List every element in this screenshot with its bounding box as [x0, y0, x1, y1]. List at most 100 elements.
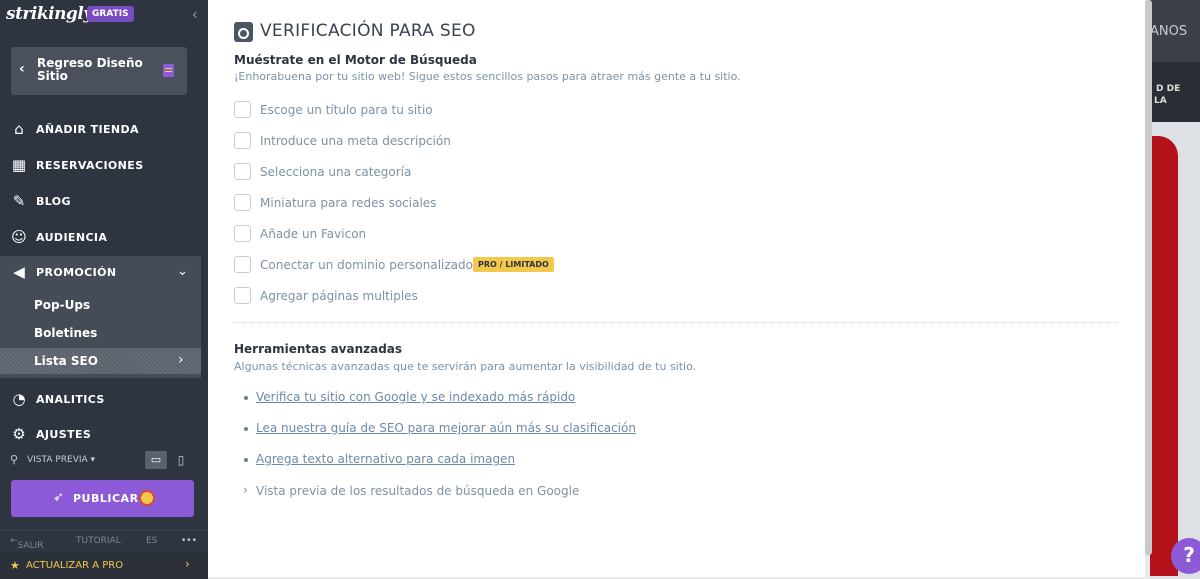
upgrade-label: ACTUALIZAR A PRO — [26, 560, 124, 571]
section-divider — [234, 322, 1118, 323]
checklist-item[interactable]: Introduce una meta descripción — [234, 132, 834, 152]
search-icon: ⚲ — [10, 453, 19, 466]
upgrade-pro-button[interactable]: ★ ACTUALIZAR A PRO › — [0, 553, 208, 579]
google-preview-label[interactable]: Vista previa de los resultados de búsque… — [256, 484, 579, 498]
rocket-icon: ➶ — [53, 490, 64, 505]
checkbox[interactable] — [234, 101, 251, 118]
site-preview-text: D DE — [1156, 84, 1181, 94]
chevron-right-icon: › — [178, 352, 184, 368]
sidebar-item-analytics[interactable]: ◔ ANALITICS — [0, 384, 208, 416]
sidebar-subitem-popups[interactable]: Pop-Ups — [0, 292, 201, 318]
seo-checklist-panel: VERIFICACIÓN PARA SEO Muéstrate en el Mo… — [208, 0, 1145, 577]
checklist-item[interactable]: Selecciona una categoría — [234, 163, 834, 183]
preview-dropdown[interactable]: VISTA PREVIA ▾ — [27, 455, 95, 465]
panel-scrollbar[interactable] — [1145, 0, 1152, 555]
collapse-sidebar-icon[interactable]: ‹ — [192, 7, 198, 23]
seo-search-icon — [234, 22, 253, 42]
sidebar-footer: ← SALIR TUTORIAL ES ••• — [0, 530, 208, 552]
checklist-label[interactable]: Añade un Favicon — [260, 227, 366, 241]
site-preview-header: ANOS — [1150, 0, 1200, 62]
people-icon: ☺ — [11, 228, 27, 246]
checklist-item[interactable]: Miniatura para redes sociales — [234, 194, 834, 214]
seo-guide-link[interactable]: Lea nuestra guía de SEO para mejorar aún… — [256, 421, 636, 435]
star-icon: ★ — [10, 559, 20, 572]
sidebar-item-reservations[interactable]: ▦ RESERVACIONES — [0, 150, 208, 182]
preview-label: VISTA PREVIA — [27, 455, 88, 465]
site-preview-text: LA — [1154, 96, 1167, 106]
exit-link[interactable]: ← SALIR — [10, 536, 44, 551]
site-preview-text: ANOS — [1150, 24, 1188, 39]
checklist-item[interactable]: Agregar páginas multiples — [234, 287, 834, 307]
bullet-icon — [244, 458, 248, 462]
sidebar-item-audience[interactable]: ☺ AUDIENCIA — [0, 222, 208, 254]
badge-icon — [139, 490, 155, 506]
language-link[interactable]: ES — [146, 536, 157, 546]
sidebar-item-label: AÑADIR TIENDA — [36, 123, 139, 136]
sidebar-item-settings[interactable]: ⚙ AJUSTES — [0, 419, 208, 451]
sidebar-subitem-label: Pop-Ups — [34, 298, 91, 312]
sidebar-subitem-seo-list[interactable]: Lista SEO › — [0, 348, 201, 374]
checklist-item[interactable]: Añade un Favicon — [234, 225, 834, 245]
page-title: VERIFICACIÓN PARA SEO — [260, 21, 476, 41]
checklist-label[interactable]: Introduce una meta descripción — [260, 134, 451, 148]
checklist-label[interactable]: Miniatura para redes sociales — [260, 196, 436, 210]
megaphone-icon: ◀ — [13, 263, 25, 281]
plan-badge: GRATIS — [87, 6, 134, 22]
checkbox[interactable] — [234, 194, 251, 211]
sidebar-item-label: BLOG — [36, 195, 71, 208]
bullet-icon — [244, 427, 248, 431]
alt-text-link[interactable]: Agrega texto alternativo para cada image… — [256, 452, 515, 466]
checklist-item[interactable]: Escoge un título para tu sitio — [234, 101, 834, 121]
sidebar-item-promotion[interactable]: ◀ PROMOCIÓN ⌄ — [0, 257, 208, 289]
verify-google-link[interactable]: Verifica tu sitio con Google y se indexa… — [256, 390, 575, 404]
checkbox[interactable] — [234, 132, 251, 149]
bullet-icon — [244, 396, 248, 400]
desktop-icon[interactable]: ▭ — [145, 451, 167, 469]
editor-sidebar: strikingly GRATIS ‹ ‹ Regreso Diseño Sit… — [0, 0, 208, 579]
site-preview-banner: D DE LA — [1150, 62, 1200, 122]
tutorial-link[interactable]: TUTORIAL — [76, 536, 121, 546]
site-preview-image — [1150, 136, 1178, 576]
sidebar-item-blog[interactable]: ✎ BLOG — [0, 186, 208, 218]
checkbox[interactable] — [234, 256, 251, 273]
pro-limited-badge: PRO / LIMITADO — [473, 257, 554, 272]
store-icon: ⌂ — [14, 120, 24, 138]
advanced-heading: Herramientas avanzadas — [234, 342, 403, 356]
chevron-down-icon: ⌄ — [177, 264, 188, 279]
checkbox[interactable] — [234, 163, 251, 180]
checklist-label[interactable]: Agregar páginas multiples — [260, 289, 418, 303]
mobile-icon[interactable]: ▯ — [175, 451, 187, 469]
preview-controls: ⚲ VISTA PREVIA ▾ ▭ ▯ — [10, 451, 200, 471]
back-button-label: Regreso Diseño Sitio — [37, 56, 143, 83]
chevron-right-icon: › — [185, 557, 190, 571]
sidebar-item-label: AUDIENCIA — [36, 231, 108, 244]
sidebar-header: strikingly GRATIS ‹ — [0, 0, 208, 34]
sidebar-subitem-newsletters[interactable]: Boletines — [0, 320, 201, 346]
sidebar-item-label: RESERVACIONES — [36, 159, 144, 172]
pie-chart-icon: ◔ — [12, 390, 26, 408]
page-icon — [163, 64, 174, 77]
chevron-right-icon: › — [243, 483, 248, 497]
gear-icon: ⚙ — [12, 425, 26, 443]
section-description: ¡Enhorabuena por tu sitio web! Sigue est… — [234, 70, 741, 83]
publish-button[interactable]: ➶ PUBLICAR — [11, 480, 194, 517]
help-button[interactable]: ? — [1171, 538, 1200, 574]
more-icon[interactable]: ••• — [181, 536, 197, 546]
back-to-design-button[interactable]: ‹ Regreso Diseño Sitio — [11, 47, 187, 95]
checklist-label[interactable]: Selecciona una categoría — [260, 165, 411, 179]
checklist-label[interactable]: Escoge un título para tu sitio — [260, 103, 433, 117]
feather-icon: ✎ — [12, 192, 26, 210]
checklist-label[interactable]: Conectar un dominio personalizado — [260, 258, 473, 272]
publish-label: PUBLICAR — [73, 492, 139, 505]
sidebar-item-label: AJUSTES — [36, 428, 92, 441]
checklist-item[interactable]: Conectar un dominio personalizado PRO / … — [234, 256, 834, 276]
advanced-description: Algunas técnicas avanzadas que te servir… — [234, 360, 697, 373]
sidebar-item-store[interactable]: ⌂ AÑADIR TIENDA — [0, 114, 208, 146]
strikingly-logo[interactable]: strikingly — [6, 4, 93, 24]
sidebar-subitem-label: Boletines — [34, 326, 98, 340]
checkbox[interactable] — [234, 287, 251, 304]
section-heading: Muéstrate en el Motor de Búsqueda — [234, 53, 477, 67]
checkbox[interactable] — [234, 225, 251, 242]
sidebar-item-label: PROMOCIÓN — [36, 266, 117, 279]
sidebar-item-label: ANALITICS — [36, 393, 105, 406]
